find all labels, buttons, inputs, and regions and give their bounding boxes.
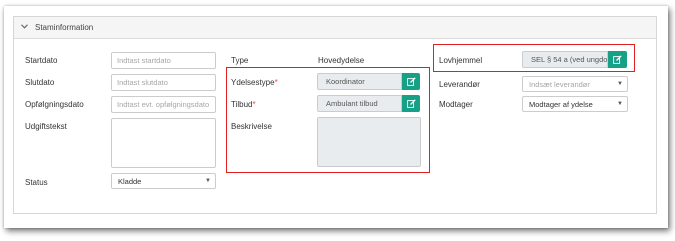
panel-header[interactable]: Staminformation bbox=[14, 17, 656, 39]
modtager-label: Modtager bbox=[439, 100, 473, 109]
leverandor-placeholder: Indsæt leverandør bbox=[529, 79, 590, 89]
modtager-value: Modtager af ydelse bbox=[529, 99, 593, 109]
startdato-input[interactable] bbox=[111, 52, 216, 69]
highlight-box-middle bbox=[226, 67, 430, 173]
modtager-select[interactable]: Modtager af ydelse ▼ bbox=[522, 96, 628, 112]
slutdato-input[interactable] bbox=[111, 74, 216, 91]
highlight-box-lovhjemmel bbox=[433, 44, 635, 72]
chevron-down-icon[interactable] bbox=[21, 24, 31, 31]
udgiftstekst-label: Udgiftstekst bbox=[25, 122, 67, 131]
status-label: Status bbox=[25, 178, 48, 187]
caret-down-icon: ▼ bbox=[617, 81, 623, 87]
panel-title: Staminformation bbox=[35, 23, 94, 32]
type-label: Type bbox=[231, 56, 249, 65]
opfolgningsdato-input[interactable] bbox=[111, 96, 216, 113]
status-select[interactable]: Kladde ▼ bbox=[111, 173, 216, 189]
udgiftstekst-textarea[interactable] bbox=[111, 118, 216, 168]
type-value: Hovedydelse bbox=[318, 56, 365, 65]
leverandor-label: Leverandør bbox=[439, 80, 480, 89]
slutdato-label: Slutdato bbox=[25, 78, 55, 87]
status-value: Kladde bbox=[118, 176, 142, 186]
startdato-label: Startdato bbox=[25, 56, 58, 65]
opfolgningsdato-label: Opfølgningsdato bbox=[25, 100, 84, 109]
caret-down-icon: ▼ bbox=[617, 101, 623, 107]
caret-down-icon: ▼ bbox=[205, 178, 211, 184]
leverandor-select[interactable]: Indsæt leverandør ▼ bbox=[522, 76, 628, 92]
